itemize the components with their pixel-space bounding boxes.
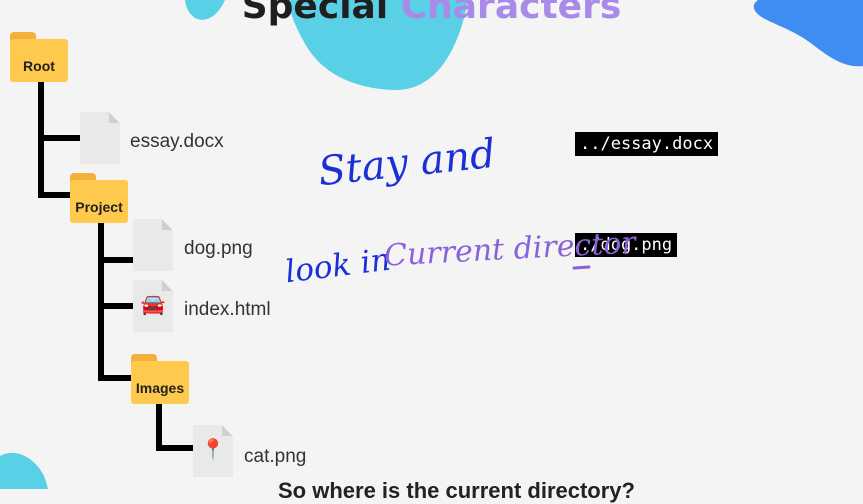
tree-line-project-vertical [98,223,104,381]
file-name-dog: dog.png [184,238,253,259]
tree-line-root-to-project [38,192,72,198]
folder-project-label: Project [75,199,123,215]
handwritten-note-look-in: look in [283,241,393,291]
file-name-index: index.html [184,299,271,320]
slide-caption: So where is the current directory? [278,478,635,503]
folder-images[interactable]: Images [131,354,189,404]
decor-blob-bottom-left [0,452,48,489]
car-icon: 🚘 [140,294,166,316]
file-icon-dog[interactable] [133,219,173,271]
title-accent: Characters [400,0,622,27]
title-main: Special [241,0,389,27]
slide-title: Special Characters [0,0,863,27]
folder-root-label: Root [23,58,55,74]
folder-root[interactable]: Root [10,32,68,82]
file-name-essay: essay.docx [130,131,224,152]
file-name-cat: cat.png [244,446,307,467]
tree-line-project-to-index [98,303,134,309]
path-parent-example: ../essay.docx [575,132,719,156]
tree-line-root-to-essay [38,135,82,141]
handwritten-note-current-directory: Current director [383,225,637,274]
tree-line-project-to-images [98,375,134,381]
handwritten-note-line1: Stay and [316,130,498,196]
file-icon-index[interactable]: 🚘 [133,280,173,332]
tree-line-images-vertical [156,404,162,451]
folder-project[interactable]: Project [70,173,128,223]
tree-line-images-to-cat [156,445,194,451]
folder-images-label: Images [135,380,185,396]
tree-line-project-to-dog [98,257,134,263]
pin-icon: 📍 [200,439,226,461]
handwritten-underline [572,265,591,270]
file-icon-cat[interactable]: 📍 [193,425,233,477]
file-icon-essay[interactable] [80,112,120,164]
